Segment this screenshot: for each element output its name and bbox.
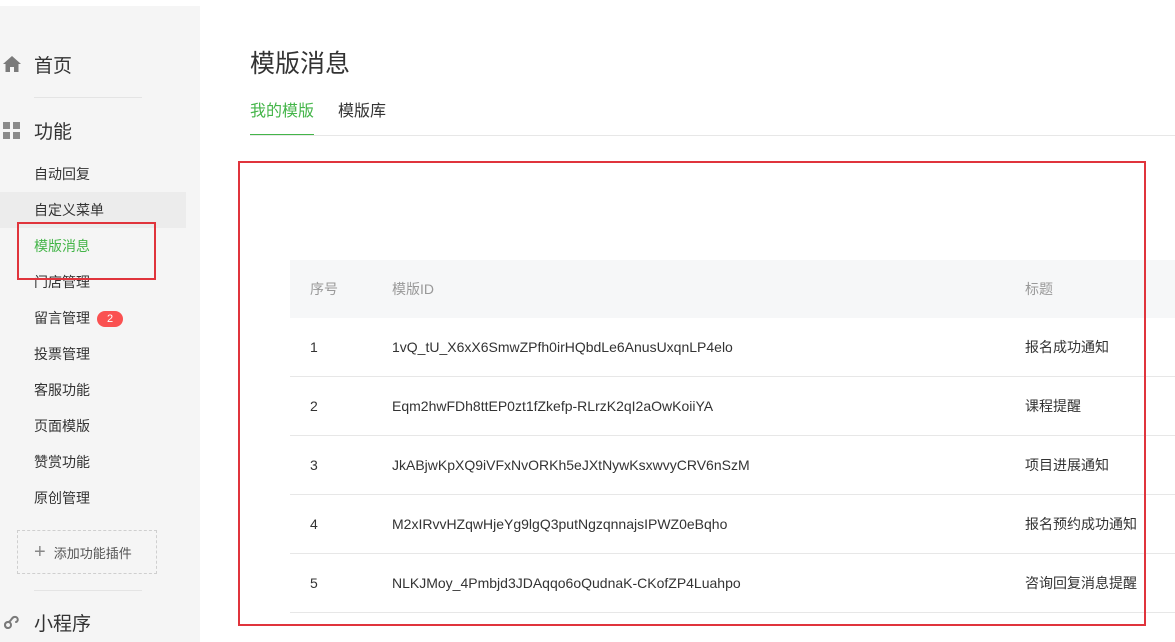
tab-template-library[interactable]: 模版库 <box>338 102 386 134</box>
row-index: 1 <box>310 339 318 355</box>
sidebar-item-custom-menu[interactable]: 自定义菜单 <box>0 192 186 228</box>
row-index: 3 <box>310 457 318 473</box>
table-row[interactable]: 5 NLKJMoy_4Pmbjd3JDAqqo6oQudnaK-CKofZP4L… <box>290 554 1175 613</box>
table-header: 序号 模版ID 标题 <box>290 260 1175 318</box>
row-template-id: JkABjwKpXQ9iVFxNvORKh5eJXtNywKsxwvyCRV6n… <box>392 457 750 473</box>
sidebar-item-label: 页面模版 <box>34 418 90 434</box>
row-title: 项目进展通知 <box>1025 457 1109 473</box>
nav-miniprogram-label: 小程序 <box>34 613 92 635</box>
sidebar-item-label: 自动回复 <box>34 166 90 182</box>
sidebar-divider <box>34 590 142 591</box>
sidebar-item-customer-service[interactable]: 客服功能 <box>0 372 186 408</box>
table-row[interactable]: 2 Eqm2hwFDh8ttEP0zt1fZkefp-RLrzK2qI2aOwK… <box>290 377 1175 436</box>
row-template-id: M2xIRvvHZqwHjeYg9lgQ3putNgzqnnajsIPWZ0eB… <box>392 516 728 532</box>
plus-icon: + <box>34 541 46 563</box>
add-plugin-button[interactable]: + 添加功能插件 <box>17 530 157 574</box>
table-row[interactable]: 4 M2xIRvvHZqwHjeYg9lgQ3putNgzqnnajsIPWZ0… <box>290 495 1175 554</box>
sidebar-item-label: 赞赏功能 <box>34 454 90 470</box>
main-content: 模版消息 我的模版 模版库 序号 模版ID 标题 1 1vQ_tU_X6xX6S… <box>200 6 1175 642</box>
sidebar-item-label: 投票管理 <box>34 346 90 362</box>
row-title: 课程提醒 <box>1025 398 1081 414</box>
sidebar-item-auto-reply[interactable]: 自动回复 <box>0 156 186 192</box>
header-template-id: 模版ID <box>392 281 434 297</box>
row-title: 报名成功通知 <box>1025 339 1109 355</box>
row-index: 5 <box>310 575 318 591</box>
tab-bar: 我的模版 模版库 <box>250 102 410 136</box>
add-plugin-label: 添加功能插件 <box>53 545 132 561</box>
sidebar-item-label: 原创管理 <box>34 490 90 506</box>
table-row[interactable]: 3 JkABjwKpXQ9iVFxNvORKh5eJXtNywKsxwvyCRV… <box>290 436 1175 495</box>
sidebar-item-label: 自定义菜单 <box>34 202 104 218</box>
header-index: 序号 <box>310 281 338 297</box>
sidebar-item-label: 留言管理 <box>34 310 90 326</box>
tabs-divider <box>250 135 1175 136</box>
tab-my-templates[interactable]: 我的模版 <box>250 102 315 136</box>
template-table: 序号 模版ID 标题 1 1vQ_tU_X6xX6SmwZPfh0irHQbdL… <box>290 260 1175 613</box>
sidebar-item-original-management[interactable]: 原创管理 <box>0 480 186 516</box>
sidebar-divider <box>34 97 142 98</box>
nav-function-label: 功能 <box>34 121 73 143</box>
home-icon <box>2 54 22 74</box>
table-row[interactable]: 1 1vQ_tU_X6xX6SmwZPfh0irHQbdLe6AnusUxqnL… <box>290 318 1175 377</box>
unread-badge: 2 <box>97 311 123 327</box>
miniprogram-icon <box>2 612 22 632</box>
sidebar: 首页 功能 自动回复 自定义菜单 模版消息 门店管理 留言管理 2 投票管理 客… <box>0 6 200 642</box>
page-title: 模版消息 <box>250 50 351 78</box>
row-title: 报名预约成功通知 <box>1025 516 1137 532</box>
row-template-id: 1vQ_tU_X6xX6SmwZPfh0irHQbdLe6AnusUxqnLP4… <box>392 339 733 355</box>
nav-home[interactable]: 首页 <box>0 48 72 80</box>
header-title: 标题 <box>1025 281 1053 297</box>
row-template-id: NLKJMoy_4Pmbjd3JDAqqo6oQudnaK-CKofZP4Lua… <box>392 575 741 591</box>
sidebar-item-vote-management[interactable]: 投票管理 <box>0 336 186 372</box>
sidebar-item-store-management[interactable]: 门店管理 <box>0 264 186 300</box>
sidebar-item-label: 模版消息 <box>34 238 90 254</box>
sidebar-item-page-template[interactable]: 页面模版 <box>0 408 186 444</box>
nav-function[interactable]: 功能 <box>0 114 72 146</box>
nav-home-label: 首页 <box>34 55 73 77</box>
row-title: 咨询回复消息提醒 <box>1025 575 1137 591</box>
sidebar-item-appreciation[interactable]: 赞赏功能 <box>0 444 186 480</box>
grid-icon <box>2 120 22 140</box>
row-index: 2 <box>310 398 318 414</box>
sidebar-item-comment-management[interactable]: 留言管理 2 <box>0 300 186 336</box>
row-index: 4 <box>310 516 318 532</box>
sidebar-item-template-message[interactable]: 模版消息 <box>0 228 186 264</box>
row-template-id: Eqm2hwFDh8ttEP0zt1fZkefp-RLrzK2qI2aOwKoi… <box>392 398 714 414</box>
sidebar-item-label: 客服功能 <box>34 382 90 398</box>
sidebar-item-label: 门店管理 <box>34 274 90 290</box>
nav-miniprogram[interactable]: 小程序 <box>0 606 91 638</box>
